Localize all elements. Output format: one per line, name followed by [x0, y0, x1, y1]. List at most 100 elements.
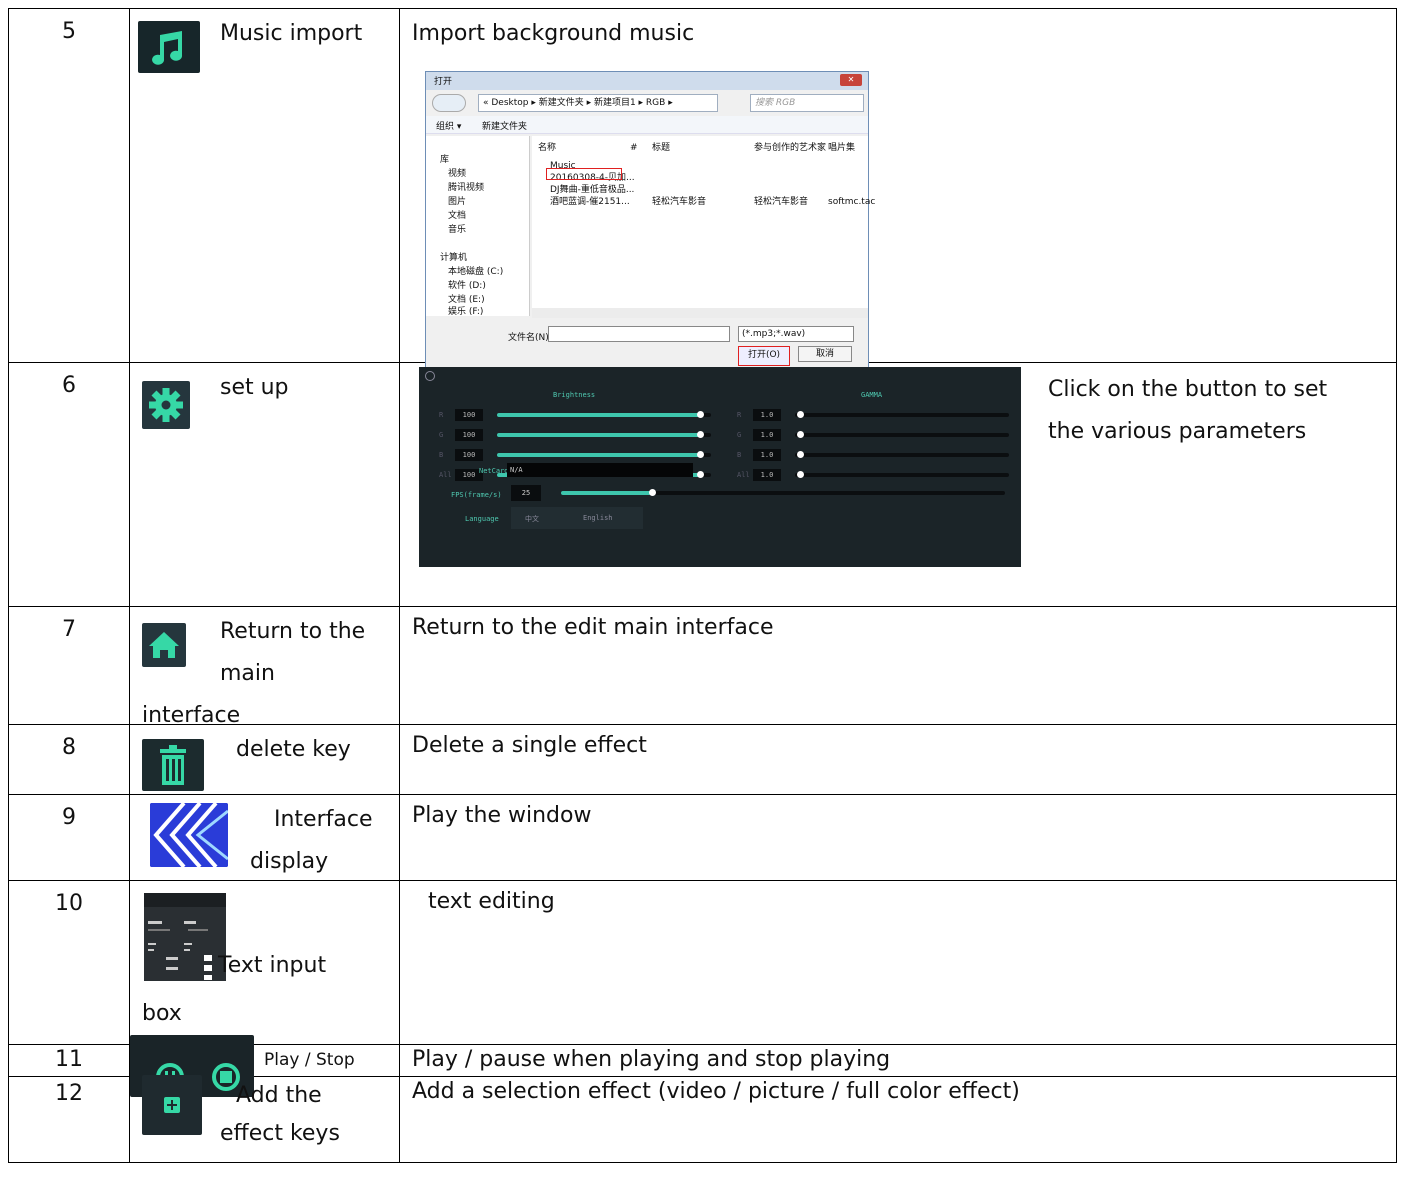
function-cell: Add the effect keys	[129, 1075, 400, 1163]
language-options: 中文 English	[511, 507, 643, 529]
home-icon	[142, 623, 186, 667]
function-cell: delete key	[129, 724, 400, 795]
address-bar: « Desktop ▸ 新建文件夹 ▸ 新建项目1 ▸ RGB ▸ 搜索 RGB	[430, 94, 866, 114]
row-number: 12	[8, 1076, 130, 1163]
column-header: 名称	[538, 143, 557, 153]
description: Add a selection effect (video / picture …	[412, 1079, 1020, 1104]
description-cell: Import background music 打开 ✕ « Desktop ▸…	[399, 8, 1397, 369]
row-number: 10	[8, 880, 130, 1045]
function-name-line: box	[142, 1001, 182, 1026]
nav-pane: 库 视频 腾讯视频 图片 文档 音乐 计算机 本地磁盘 (C:) 软件 (D:)…	[426, 136, 530, 317]
row-number: 6	[8, 362, 130, 607]
language-label: Language	[465, 515, 499, 523]
function-cell: set up	[129, 362, 400, 607]
description: text editing	[428, 889, 555, 914]
description: Delete a single effect	[412, 733, 647, 758]
brightness-slider-b: B 100	[439, 449, 719, 461]
path-field: « Desktop ▸ 新建文件夹 ▸ 新建项目1 ▸ RGB ▸	[478, 94, 718, 112]
table-row: 9 Interface display Play the window	[8, 794, 1397, 881]
function-name-line: main	[220, 661, 275, 686]
description: Play / pause when playing and stop playi…	[412, 1047, 891, 1072]
file-type-filter: (*.mp3;*.wav)	[738, 326, 854, 342]
table-row: 12 Add the effect keys Add a selection e…	[8, 1075, 1397, 1163]
language-zh: 中文	[525, 515, 539, 523]
close-icon: ✕	[840, 74, 862, 86]
column-header: #	[630, 143, 638, 153]
nav-item: 文档	[448, 211, 467, 221]
column-header: 参与创作的艺术家	[754, 143, 827, 153]
brightness-title: Brightness	[553, 391, 596, 399]
nav-item: 文档 (E:)	[448, 295, 485, 305]
function-name: set up	[220, 375, 289, 400]
dialog-titlebar: 打开 ✕	[426, 72, 868, 90]
trash-icon	[142, 739, 204, 791]
music-note-icon	[138, 21, 200, 73]
description: Click on the button to set the various p…	[1048, 377, 1328, 444]
nav-item: 图片	[448, 197, 467, 207]
row-number: 5	[8, 8, 130, 363]
nav-item: 视频	[448, 169, 467, 179]
function-name-line: effect keys	[220, 1121, 340, 1146]
back-forward-icon	[432, 94, 466, 112]
nav-item: 娱乐 (F:)	[448, 307, 484, 317]
description-cell: Add a selection effect (video / picture …	[399, 1076, 1397, 1163]
table-row: 5 Music import Import background music 打…	[8, 8, 1397, 369]
function-name-line: Interface	[274, 807, 373, 832]
brightness-slider-g: G 100	[439, 429, 719, 441]
description-cell: Return to the edit main interface	[399, 606, 1397, 725]
file-list: 名称 # 标题 参与创作的艺术家 唱片集 Music 20160308-4-贝加…	[532, 136, 875, 316]
gamma-slider-r: R 1.0	[737, 409, 1017, 421]
column-header: 标题	[652, 143, 671, 153]
description-cell: text editing	[399, 880, 1397, 1045]
function-cell: Play / Stop	[129, 1035, 400, 1097]
table-row: 8 delete key Delete a single effect	[8, 724, 1397, 795]
file-artist: 轻松汽车影音	[754, 197, 809, 207]
filename-field	[548, 326, 730, 342]
nav-item: 腾讯视频	[448, 183, 485, 193]
gamma-slider-g: G 1.0	[737, 429, 1017, 441]
description: Return to the edit main interface	[412, 615, 774, 640]
nav-item: 库	[440, 155, 450, 165]
description-cell: Play / pause when playing and stop playi…	[399, 1044, 1397, 1077]
function-name: Music import	[220, 21, 363, 46]
function-cell: Text input box	[129, 880, 400, 1045]
text-input-box-icon	[144, 893, 226, 981]
function-cell: Return to the main interface	[129, 606, 400, 728]
fps-slider	[499, 487, 1019, 499]
horizontal-scrollbar	[532, 308, 868, 318]
row-number: 8	[8, 724, 130, 795]
nav-item: 软件 (D:)	[448, 281, 486, 291]
function-name: delete key	[236, 737, 351, 762]
row-number: 9	[8, 794, 130, 881]
table-row: 7 Return to the main interface Return to…	[8, 606, 1397, 728]
cancel-button: 取消	[798, 346, 852, 362]
description: Import background music	[412, 21, 695, 46]
table-row: 10 Text input box text editing	[8, 880, 1397, 1045]
settings-panel-screenshot: Brightness GAMMA R 100 G 100 B 100 All 100	[419, 367, 1021, 567]
fps-label: FPS(frame/s)	[451, 491, 502, 499]
gamma-title: GAMMA	[861, 391, 883, 399]
netcard-select: N/A	[507, 463, 693, 477]
chevron-left-icon	[150, 803, 228, 867]
description-cell: Delete a single effect	[399, 724, 1397, 795]
description-cell: Brightness GAMMA R 100 G 100 B 100 All 100	[399, 362, 1397, 607]
nav-item: 音乐	[448, 225, 467, 235]
file-item: DJ舞曲-重低音极品...	[550, 185, 635, 195]
selected-file-highlight	[546, 168, 622, 180]
language-en: English	[583, 514, 613, 522]
file-title: 轻松汽车影音	[652, 197, 707, 207]
add-icon	[142, 1075, 202, 1135]
function-name-line: Text input	[218, 953, 327, 978]
nav-item: 本地磁盘 (C:)	[448, 267, 504, 277]
column-header: 唱片集	[828, 143, 856, 153]
function-name-line: Add the	[236, 1083, 322, 1108]
file-album: softmc.tac	[828, 197, 876, 207]
organize-menu: 组织 ▾	[436, 122, 462, 132]
gamma-slider-all: All 1.0	[737, 469, 1017, 481]
description: Play the window	[412, 803, 592, 828]
file-open-dialog-screenshot: 打开 ✕ « Desktop ▸ 新建文件夹 ▸ 新建项目1 ▸ RGB ▸ 搜…	[425, 71, 875, 369]
netcard-label: NetCard	[479, 467, 509, 475]
function-cell: Interface display	[129, 794, 400, 881]
new-folder-button: 新建文件夹	[482, 122, 528, 132]
nav-item: 计算机	[440, 253, 468, 263]
